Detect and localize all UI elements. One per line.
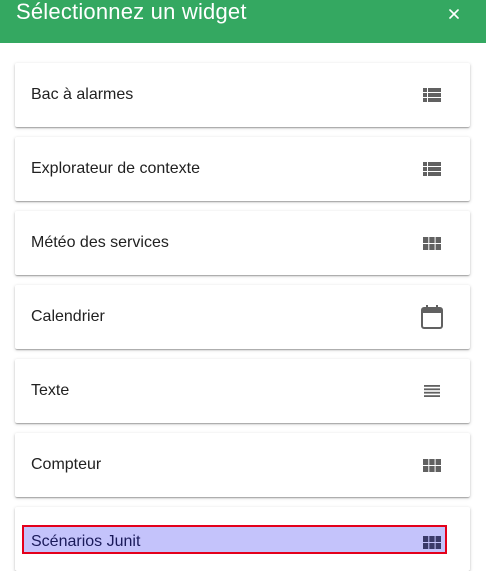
widget-label: Texte <box>31 382 70 399</box>
widget-label: Bac à alarmes <box>31 86 134 103</box>
widget-label: Calendrier <box>31 308 105 325</box>
widget-card-context-explorer[interactable]: Explorateur de contexte <box>15 137 470 201</box>
widget-card-counter[interactable]: Compteur <box>15 433 470 497</box>
text-lines-icon <box>423 382 441 400</box>
widget-card-calendar[interactable]: Calendrier <box>15 285 470 349</box>
widget-label: Scénarios Junit <box>31 533 141 550</box>
dialog-title: Sélectionnez un widget <box>16 0 247 24</box>
view-list-icon <box>423 160 441 178</box>
dialog-header: Sélectionnez un widget <box>0 0 486 43</box>
view-module-icon <box>423 234 441 252</box>
widget-card-text[interactable]: Texte <box>15 359 470 423</box>
widget-label: Compteur <box>31 456 102 473</box>
calendar-icon <box>421 305 443 329</box>
widget-card-alarms[interactable]: Bac à alarmes <box>15 63 470 127</box>
widget-label: Météo des services <box>31 234 169 251</box>
widget-list: Bac à alarmes Explorateur de contexte Mé… <box>0 0 486 571</box>
widget-card-service-weather[interactable]: Météo des services <box>15 211 470 275</box>
view-module-icon <box>423 533 441 551</box>
view-module-icon <box>423 456 441 474</box>
close-icon <box>449 9 459 19</box>
widget-label: Explorateur de contexte <box>31 160 200 177</box>
widget-card-junit-scenarios[interactable]: Scénarios Junit <box>15 507 470 571</box>
view-list-icon <box>423 86 441 104</box>
close-button[interactable] <box>444 4 464 24</box>
